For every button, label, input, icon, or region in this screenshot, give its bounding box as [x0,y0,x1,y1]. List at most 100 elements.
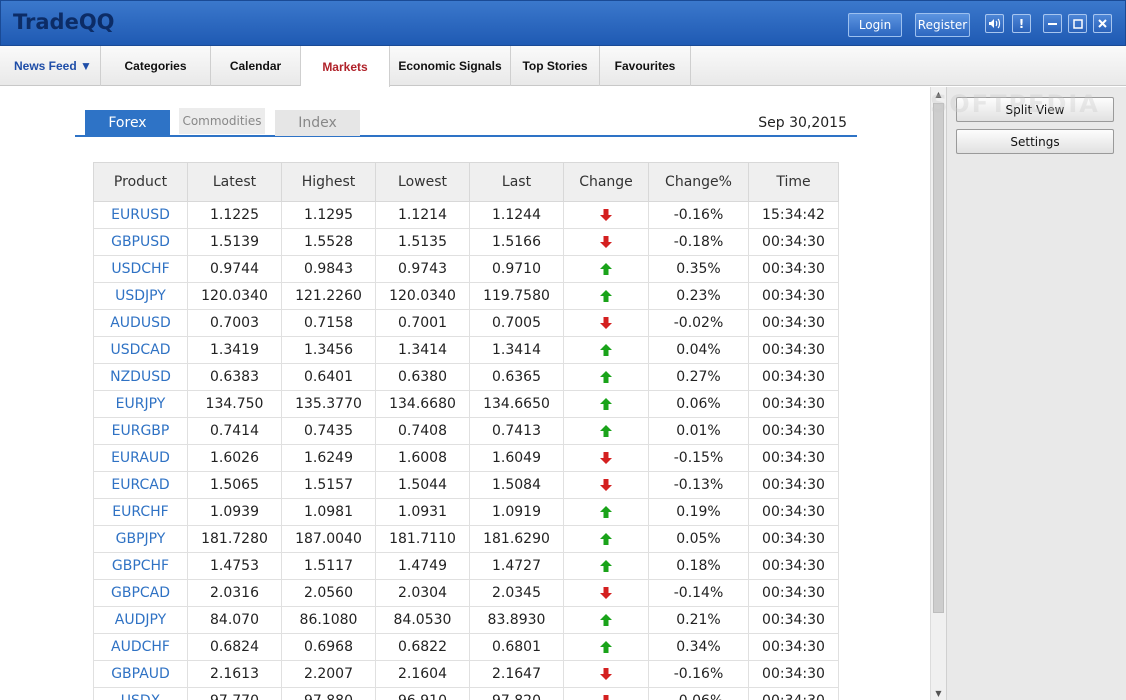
table-row[interactable]: GBPCAD 2.0316 2.0560 2.0304 2.0345 -0.14% 00:3… [93,579,839,607]
cell-product[interactable]: NZDUSD [93,363,188,391]
maximize-icon[interactable] [1068,14,1087,33]
cell-highest: 1.3456 [281,336,376,364]
cell-product[interactable]: USDCAD [93,336,188,364]
col-lowest[interactable]: Lowest [375,162,470,202]
register-button[interactable]: Register [915,13,970,37]
col-product[interactable]: Product [93,162,188,202]
cell-time: 00:34:30 [748,363,839,391]
change-direction [563,228,649,256]
cell-product[interactable]: USDCHF [93,255,188,283]
change-direction [563,498,649,526]
table-row[interactable]: EURCHF 1.0939 1.0981 1.0931 1.0919 0.19% 00:34… [93,498,839,526]
tab-index[interactable]: Index [275,110,360,136]
table-row[interactable]: GBPCHF 1.4753 1.5117 1.4749 1.4727 0.18% 00:34… [93,552,839,580]
cell-pct: -0.02% [648,309,749,337]
cell-product[interactable]: EURJPY [93,390,188,418]
table-row[interactable]: EURJPY 134.750 135.3770 134.6680 134.6650 0.0… [93,390,839,418]
cell-product[interactable]: GBPCAD [93,579,188,607]
cell-lowest: 1.1214 [375,201,470,229]
close-icon[interactable] [1093,14,1112,33]
change-direction [563,417,649,445]
nav-markets[interactable]: Markets [301,46,390,87]
change-direction [563,633,649,661]
nav-calendar[interactable]: Calendar [211,46,301,86]
cell-product[interactable]: EURGBP [93,417,188,445]
scroll-down-icon[interactable]: ▼ [931,686,946,700]
cell-product[interactable]: EURCAD [93,471,188,499]
cell-latest: 1.3419 [187,336,282,364]
sound-icon[interactable] [985,14,1004,33]
scroll-thumb[interactable] [933,103,944,613]
table-row[interactable]: EURAUD 1.6026 1.6249 1.6008 1.6049 -0.15% 00:3… [93,444,839,472]
nav-economic-signals[interactable]: Economic Signals [390,46,511,86]
alert-icon[interactable]: ! [1012,14,1031,33]
cell-product[interactable]: USDX [93,687,188,700]
cell-product[interactable]: EURUSD [93,201,188,229]
table-row[interactable]: GBPAUD 2.1613 2.2007 2.1604 2.1647 -0.16% 00:3… [93,660,839,688]
cell-highest: 0.7435 [281,417,376,445]
cell-product[interactable]: GBPJPY [93,525,188,553]
cell-pct: -0.13% [648,471,749,499]
forex-table: Product Latest Highest Lowest Last Chang… [93,162,839,700]
table-row[interactable]: EURGBP 0.7414 0.7435 0.7408 0.7413 0.01% 00:34… [93,417,839,445]
cell-highest: 135.3770 [281,390,376,418]
cell-lowest: 1.3414 [375,336,470,364]
login-button[interactable]: Login [848,13,902,37]
table-row[interactable]: USDCAD 1.3419 1.3456 1.3414 1.3414 0.04% 00:34… [93,336,839,364]
table-row[interactable]: GBPJPY 181.7280 187.0040 181.7110 181.6290 0.… [93,525,839,553]
table-row[interactable]: EURCAD 1.5065 1.5157 1.5044 1.5084 -0.13% 00:3… [93,471,839,499]
tab-commodities[interactable]: Commodities [179,108,265,134]
cell-latest: 0.7003 [187,309,282,337]
cell-highest: 86.1080 [281,606,376,634]
cell-product[interactable]: AUDJPY [93,606,188,634]
cell-latest: 181.7280 [187,525,282,553]
cell-product[interactable]: AUDUSD [93,309,188,337]
cell-pct: -0.15% [648,444,749,472]
cell-highest: 1.1295 [281,201,376,229]
market-subtabs: Forex Commodities Index Sep 30,2015 [75,108,857,137]
cell-product[interactable]: USDJPY [93,282,188,310]
col-last[interactable]: Last [469,162,564,202]
vertical-scrollbar[interactable]: ▲ ▼ [930,87,946,700]
cell-product[interactable]: AUDCHF [93,633,188,661]
col-change-pct[interactable]: Change% [648,162,749,202]
table-row[interactable]: NZDUSD 0.6383 0.6401 0.6380 0.6365 0.27% 00:34… [93,363,839,391]
arrow-down-icon [603,695,609,700]
minimize-icon[interactable] [1043,14,1062,33]
table-row[interactable]: AUDUSD 0.7003 0.7158 0.7001 0.7005 -0.02% 00:3… [93,309,839,337]
settings-button[interactable]: Settings [956,129,1114,154]
table-row[interactable]: USDJPY 120.0340 121.2260 120.0340 119.7580 0.… [93,282,839,310]
cell-lowest: 0.7001 [375,309,470,337]
cell-highest: 97.880 [281,687,376,700]
nav-top-stories[interactable]: Top Stories [511,46,600,86]
cell-product[interactable]: GBPAUD [93,660,188,688]
cell-highest: 121.2260 [281,282,376,310]
cell-highest: 187.0040 [281,525,376,553]
cell-last: 1.0919 [469,498,564,526]
change-direction [563,390,649,418]
nav-news-feed[interactable]: News Feed ▼ [0,46,101,86]
col-highest[interactable]: Highest [281,162,376,202]
nav-favourites[interactable]: Favourites [600,46,691,86]
col-latest[interactable]: Latest [187,162,282,202]
table-row[interactable]: GBPUSD 1.5139 1.5528 1.5135 1.5166 -0.18% 00:3… [93,228,839,256]
col-time[interactable]: Time [748,162,839,202]
table-row[interactable]: AUDJPY 84.070 86.1080 84.0530 83.8930 0.21% 00… [93,606,839,634]
cell-latest: 1.1225 [187,201,282,229]
nav-categories[interactable]: Categories [101,46,211,86]
table-row[interactable]: AUDCHF 0.6824 0.6968 0.6822 0.6801 0.34% 00:34… [93,633,839,661]
cell-product[interactable]: EURCHF [93,498,188,526]
cell-product[interactable]: EURAUD [93,444,188,472]
table-row[interactable]: USDCHF 0.9744 0.9843 0.9743 0.9710 0.35% 00:34… [93,255,839,283]
table-row[interactable]: USDX97.77097.88096.91097.820 -0.06%00:34:… [93,687,839,700]
col-change[interactable]: Change [563,162,649,202]
cell-latest: 97.770 [187,687,282,700]
tab-forex[interactable]: Forex [85,110,170,136]
table-row[interactable]: EURUSD 1.1225 1.1295 1.1214 1.1244 -0.16% 15:3… [93,201,839,229]
market-date: Sep 30,2015 [758,115,847,131]
cell-lowest: 2.0304 [375,579,470,607]
cell-product[interactable]: GBPCHF [93,552,188,580]
cell-pct: -0.14% [648,579,749,607]
cell-product[interactable]: GBPUSD [93,228,188,256]
main-content: Forex Commodities Index Sep 30,2015 Prod… [0,87,930,700]
